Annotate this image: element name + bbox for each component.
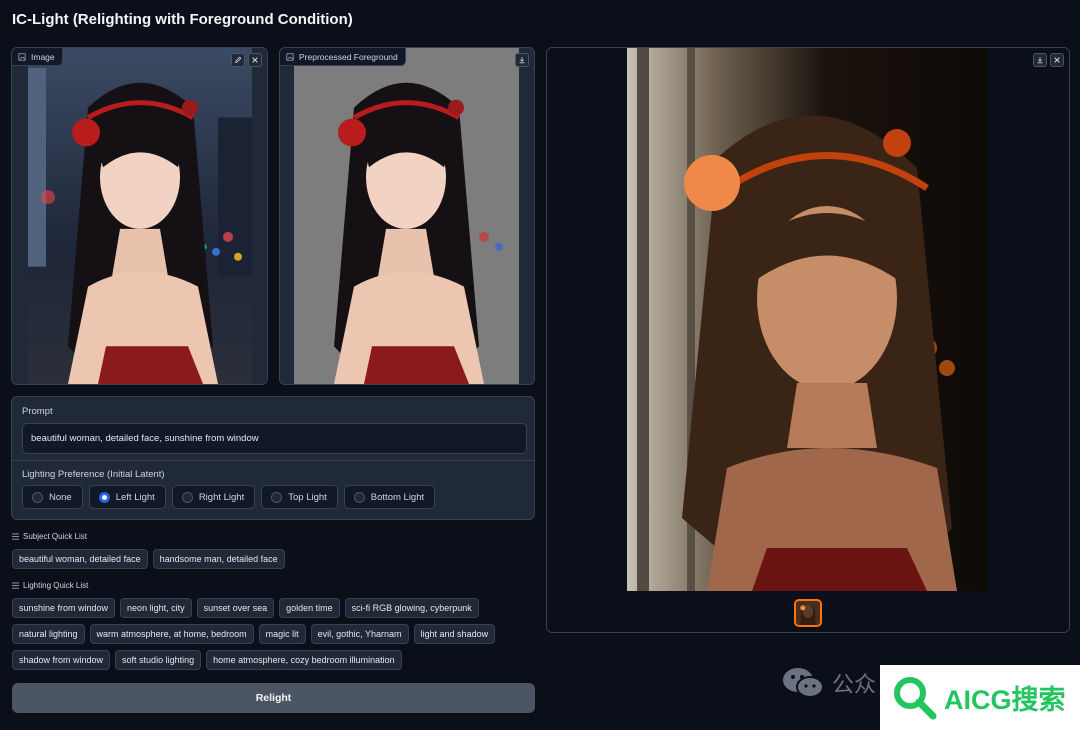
list-icon	[12, 533, 19, 540]
lighting-chip[interactable]: golden time	[279, 598, 340, 618]
lighting-chip[interactable]: home atmosphere, cozy bedroom illuminati…	[206, 650, 402, 670]
download-icon	[1037, 57, 1043, 64]
close-icon	[1054, 57, 1060, 63]
subject-chip[interactable]: handsome man, detailed face	[152, 549, 285, 569]
radio-dot	[353, 491, 365, 503]
lighting-chip[interactable]: magic lit	[258, 624, 306, 644]
thumbnail-image	[796, 601, 820, 625]
input-photo	[28, 48, 252, 384]
lighting-quick-list-title-text: Lighting Quick List	[23, 581, 89, 590]
wechat-icon	[783, 668, 824, 698]
list-icon	[12, 582, 19, 589]
close-icon	[252, 57, 258, 63]
lighting-chip[interactable]: sunset over sea	[196, 598, 275, 618]
lighting-chip[interactable]: light and shadow	[413, 624, 496, 644]
page-title: IC-Light (Relighting with Foreground Con…	[12, 11, 353, 28]
radio-label: Top Light	[288, 491, 327, 503]
radio-left-light[interactable]: Left Light	[88, 485, 166, 509]
lighting-chip[interactable]: natural lighting	[12, 624, 85, 644]
lighting-chips: sunshine from window neon light, city su…	[12, 598, 532, 670]
prompt-input[interactable]: beautiful woman, detailed face, sunshine…	[22, 423, 527, 454]
wechat-watermark-text: 公众	[832, 672, 877, 697]
lighting-chip[interactable]: neon light, city	[120, 598, 192, 618]
radio-dot	[271, 491, 283, 503]
lighting-chip[interactable]: warm atmosphere, at home, bedroom	[89, 624, 254, 644]
radio-label: Bottom Light	[370, 491, 425, 503]
brand-watermark-text: AICG搜索	[944, 685, 1066, 715]
radio-none[interactable]: None	[22, 485, 83, 509]
wechat-watermark: 公众	[782, 666, 876, 700]
subject-chip[interactable]: beautiful woman, detailed face	[12, 549, 148, 569]
subject-quick-list-title-text: Subject Quick List	[23, 532, 88, 541]
lighting-chip[interactable]: sunshine from window	[12, 598, 116, 618]
magnifier-icon	[894, 676, 937, 719]
relit-output-image	[627, 48, 988, 591]
download-button[interactable]	[515, 53, 529, 67]
portrait-city-image	[28, 48, 252, 384]
input-image-panel[interactable]: Image	[11, 47, 268, 385]
radio-bottom-light[interactable]: Bottom Light	[343, 485, 436, 509]
lighting-chip[interactable]: sci-fi RGB glowing, cyberpunk	[344, 598, 479, 618]
radio-label: Left Light	[115, 491, 155, 503]
lighting-label: Lighting Preference (Initial Latent)	[22, 469, 165, 480]
close-button[interactable]	[1050, 53, 1064, 67]
image-icon	[18, 52, 26, 61]
image-icon	[286, 52, 294, 61]
input-image-label-text: Image	[31, 51, 55, 62]
subject-quick-list-title: Subject Quick List	[12, 532, 87, 541]
portrait-gray-image	[294, 48, 519, 384]
lighting-radio-group: None Left Light Right Light Top Light Bo…	[22, 485, 436, 509]
relight-button[interactable]: Relight	[12, 683, 535, 713]
lighting-chip[interactable]: evil, gothic, Yharnam	[310, 624, 409, 644]
download-icon	[519, 57, 525, 64]
input-image-label: Image	[12, 48, 63, 66]
prompt-label: Prompt	[22, 406, 53, 417]
subject-chips: beautiful woman, detailed face handsome …	[12, 549, 532, 569]
preprocessed-photo	[294, 48, 519, 384]
radio-dot	[32, 491, 43, 503]
radio-dot	[181, 491, 193, 503]
lighting-chip[interactable]: shadow from window	[12, 650, 111, 670]
radio-label: Right Light	[198, 491, 245, 503]
radio-top-light[interactable]: Top Light	[261, 485, 338, 509]
brand-watermark: AICG搜索	[880, 665, 1080, 730]
output-gallery[interactable]	[546, 47, 1070, 633]
form-divider	[12, 460, 534, 461]
prompt-form: Prompt beautiful woman, detailed face, s…	[11, 396, 535, 520]
radio-dot	[98, 491, 110, 503]
clear-button[interactable]	[248, 53, 262, 67]
relit-portrait-image	[627, 48, 988, 591]
output-thumbnail[interactable]	[794, 599, 822, 627]
pencil-icon	[235, 56, 242, 63]
preprocessed-panel[interactable]: Preprocessed Foreground	[279, 47, 535, 385]
preprocessed-label-text: Preprocessed Foreground	[299, 51, 398, 62]
download-button[interactable]	[1033, 53, 1047, 67]
lighting-quick-list-title: Lighting Quick List	[12, 581, 88, 590]
radio-right-light[interactable]: Right Light	[171, 485, 256, 509]
preprocessed-label: Preprocessed Foreground	[280, 48, 406, 66]
lighting-chip[interactable]: soft studio lighting	[115, 650, 202, 670]
edit-button[interactable]	[231, 53, 245, 67]
radio-label: None	[49, 491, 72, 503]
